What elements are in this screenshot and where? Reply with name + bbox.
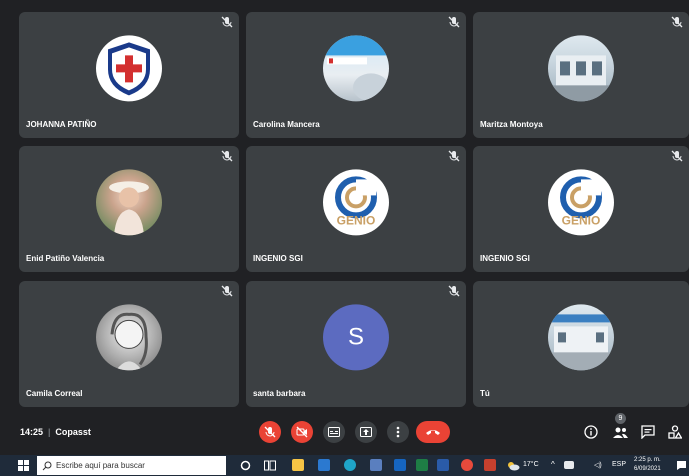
network-icon[interactable] (564, 461, 574, 469)
participant-name: Tú (480, 389, 490, 398)
end-call-button[interactable] (416, 421, 450, 443)
mic-off-icon (221, 16, 233, 28)
svg-text:GENIO: GENIO (337, 213, 376, 227)
toggle-mic-button[interactable] (259, 421, 281, 443)
participant-name: Camila Correal (26, 389, 83, 398)
avatar-building-photo (548, 304, 614, 371)
participant-tile-johanna[interactable]: JOHANNA PATIÑO (19, 12, 239, 138)
participant-tile-carolina[interactable]: Carolina Mancera (246, 12, 466, 138)
person-sketch-icon (110, 312, 148, 371)
clock[interactable]: 2:25 p. m. 6/09/2021 (634, 456, 661, 474)
people-icon (613, 427, 628, 438)
task-view-icon[interactable] (264, 460, 276, 471)
mic-off-icon (448, 16, 460, 28)
avatar-building-photo (548, 35, 614, 102)
clock-time: 2:25 p. m. (634, 457, 661, 463)
avatar-photo (96, 169, 162, 236)
mic-off-icon (221, 285, 233, 297)
mic-off-icon (264, 426, 276, 438)
mail-icon[interactable] (318, 459, 330, 471)
participant-tile-santa-barbara[interactable]: S santa barbara (246, 281, 466, 407)
mic-off-icon (448, 285, 460, 297)
search-icon (42, 461, 52, 470)
avatar-initial: S (323, 304, 389, 371)
more-vert-icon (396, 426, 400, 438)
building-icon (548, 314, 614, 371)
cortana-icon[interactable] (240, 460, 251, 471)
person-photo-icon (109, 181, 149, 236)
participant-tile-self[interactable]: Tú (473, 281, 689, 407)
participant-name: Enid Patiño Valencia (26, 254, 105, 263)
participant-tile-maritza[interactable]: Maritza Montoya (473, 12, 689, 138)
meeting-control-bar: 14:25 | Copasst 9 (0, 413, 689, 449)
meeting-info: 14:25 | Copasst (20, 427, 91, 437)
file-explorer-icon[interactable] (292, 459, 304, 471)
present-screen-button[interactable] (355, 421, 377, 443)
mic-off-icon (448, 150, 460, 162)
mic-off-icon (671, 16, 683, 28)
participant-name: Maritza Montoya (480, 120, 543, 129)
outlook-icon[interactable] (394, 459, 406, 471)
chat-icon[interactable] (641, 425, 655, 439)
notifications-icon[interactable] (676, 460, 687, 471)
avatar-photo (96, 304, 162, 371)
meeting-time: 14:25 (20, 427, 44, 437)
chrome-icon[interactable] (461, 459, 473, 471)
chevron-up-icon[interactable]: ^ (551, 460, 555, 469)
participant-tile-ingenio-1[interactable]: GENIO INGENIO SGI (246, 146, 466, 272)
avatar-ingenio-logo: GENIO (323, 169, 389, 236)
avatar-shield-logo (96, 35, 162, 102)
participant-name: santa barbara (253, 389, 306, 398)
weather-temp: 17°C (523, 461, 539, 468)
profile-photo-icon (323, 35, 389, 102)
weather-icon[interactable] (506, 460, 520, 471)
participant-name: INGENIO SGI (253, 254, 303, 263)
edge-icon[interactable] (344, 459, 356, 471)
meeting-title: Copasst (55, 427, 91, 437)
participant-name: INGENIO SGI (480, 254, 530, 263)
windows-start-icon[interactable] (18, 460, 29, 471)
camera-off-icon (296, 426, 308, 438)
hang-up-icon (426, 430, 440, 435)
windows-taskbar: Escribe aquí para buscar 17°C ^ ◁) ESP 2… (0, 455, 689, 476)
volume-icon[interactable]: ◁) (594, 461, 602, 469)
word-icon[interactable] (437, 459, 449, 471)
mic-off-icon (221, 150, 233, 162)
svg-text:GENIO: GENIO (562, 213, 601, 227)
participants-button[interactable]: 9 (611, 413, 631, 445)
taskbar-search-box[interactable]: Escribe aquí para buscar (37, 456, 226, 475)
meeting-details-icon[interactable] (584, 425, 598, 439)
shield-cross-icon (108, 42, 150, 96)
excel-icon[interactable] (416, 459, 428, 471)
avatar-ingenio-logo: GENIO (548, 169, 614, 236)
participant-tile-ingenio-2[interactable]: GENIO INGENIO SGI (473, 146, 689, 272)
avatar-photo (323, 35, 389, 102)
activities-icon[interactable] (668, 425, 682, 439)
language-indicator[interactable]: ESP (612, 461, 626, 468)
ingenio-logo-icon: GENIO (335, 176, 377, 227)
participant-tile-enid[interactable]: Enid Patiño Valencia (19, 146, 239, 272)
more-options-button[interactable] (387, 421, 409, 443)
participant-count-badge: 9 (615, 413, 626, 424)
clock-date: 6/09/2021 (634, 466, 661, 472)
captions-icon (328, 427, 340, 437)
app-icon[interactable] (484, 459, 496, 471)
building-icon (548, 55, 614, 102)
participant-name: Carolina Mancera (253, 120, 320, 129)
present-icon (360, 427, 372, 437)
mic-off-icon (671, 150, 683, 162)
captions-button[interactable] (323, 421, 345, 443)
ingenio-logo-icon: GENIO (560, 176, 602, 227)
toggle-camera-button[interactable] (291, 421, 313, 443)
participant-name: JOHANNA PATIÑO (26, 120, 97, 129)
participant-tile-camila[interactable]: Camila Correal (19, 281, 239, 407)
store-icon[interactable] (370, 459, 382, 471)
search-placeholder: Escribe aquí para buscar (56, 461, 145, 470)
